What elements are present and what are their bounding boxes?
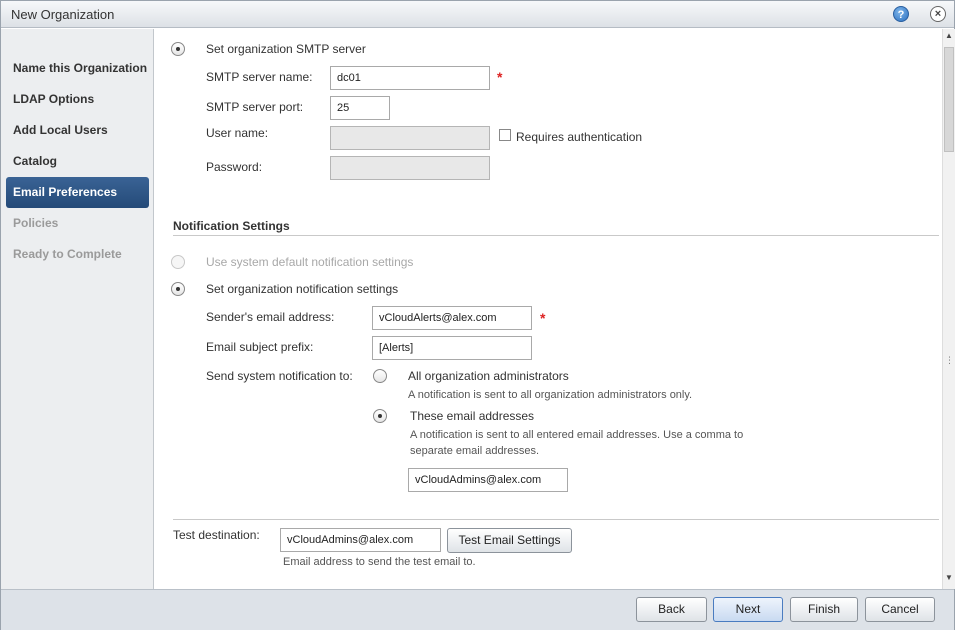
use-default-notification-radio: [171, 255, 185, 269]
cancel-button[interactable]: Cancel: [865, 597, 935, 622]
password-label: Password:: [206, 160, 263, 174]
set-org-notification-radio[interactable]: [171, 282, 185, 296]
smtp-server-radio[interactable]: [171, 42, 185, 56]
dialog-window: New Organization ? × Name this Organizat…: [0, 0, 955, 630]
section-divider: [173, 235, 939, 236]
content-scrollbar[interactable]: ▲ ▼: [942, 29, 955, 589]
scroll-up-icon[interactable]: ▲: [943, 31, 955, 43]
sidebar-item-email-preferences[interactable]: Email Preferences: [6, 177, 149, 208]
smtp-server-name-input[interactable]: dc01: [330, 66, 490, 90]
sender-email-input[interactable]: vCloudAlerts@alex.com: [372, 306, 532, 330]
sidebar-item-ready-to-complete: Ready to Complete: [13, 247, 122, 261]
required-marker: *: [540, 310, 546, 326]
help-icon[interactable]: ?: [893, 6, 909, 22]
smtp-server-port-input[interactable]: 25: [330, 96, 390, 120]
wizard-footer: Back Next Finish Cancel: [1, 589, 954, 630]
test-destination-input[interactable]: vCloudAdmins@alex.com: [280, 528, 441, 552]
test-destination-hint: Email address to send the test email to.: [283, 556, 476, 568]
next-button[interactable]: Next: [713, 597, 783, 622]
finish-button[interactable]: Finish: [790, 597, 858, 622]
email-addresses-input[interactable]: vCloudAdmins@alex.com: [408, 468, 568, 492]
all-admins-hint: A notification is sent to all organizati…: [408, 389, 693, 401]
back-button[interactable]: Back: [636, 597, 707, 622]
requires-authentication-label: Requires authentication: [516, 130, 643, 144]
requires-authentication-checkbox[interactable]: [499, 129, 511, 141]
sidebar-item-add-local-users[interactable]: Add Local Users: [6, 115, 149, 146]
scroll-thumb[interactable]: [944, 47, 954, 152]
required-marker: *: [497, 69, 503, 85]
sidebar-item-policies: Policies: [13, 216, 59, 230]
title-bar: New Organization ? ×: [1, 1, 954, 28]
sidebar-item-catalog[interactable]: Catalog: [6, 146, 149, 177]
send-to-label: Send system notification to:: [206, 369, 353, 383]
resize-grip-icon[interactable]: ⋮⋮: [945, 355, 955, 366]
wizard-sidebar: Name this Organization LDAP Options Add …: [1, 29, 154, 589]
dialog-title: New Organization: [11, 7, 115, 22]
sender-email-label: Sender's email address:: [206, 310, 335, 324]
sidebar-item-name-organization[interactable]: Name this Organization: [6, 53, 149, 84]
these-addresses-hint-line2: separate email addresses.: [410, 445, 540, 457]
username-label: User name:: [206, 126, 269, 140]
all-admins-radio[interactable]: [373, 369, 387, 383]
these-addresses-label: These email addresses: [410, 409, 535, 423]
test-destination-label: Test destination:: [173, 528, 260, 542]
username-input: [330, 126, 490, 150]
wizard-content: Set organization SMTP server SMTP server…: [155, 29, 942, 589]
close-icon[interactable]: ×: [930, 6, 946, 22]
test-divider: [173, 519, 939, 520]
scroll-down-icon[interactable]: ▼: [943, 573, 955, 585]
smtp-server-port-label: SMTP server port:: [206, 100, 304, 114]
smtp-server-option-label: Set organization SMTP server: [206, 42, 366, 56]
subject-prefix-label: Email subject prefix:: [206, 340, 314, 354]
these-addresses-hint-line1: A notification is sent to all entered em…: [410, 429, 744, 441]
test-email-settings-button[interactable]: Test Email Settings: [447, 528, 572, 553]
subject-prefix-input[interactable]: [Alerts]: [372, 336, 532, 360]
set-org-notification-label: Set organization notification settings: [206, 282, 399, 296]
these-addresses-radio[interactable]: [373, 409, 387, 423]
use-default-notification-label: Use system default notification settings: [206, 255, 414, 269]
password-input: [330, 156, 490, 180]
notification-settings-title: Notification Settings: [173, 219, 290, 233]
all-admins-label: All organization administrators: [408, 369, 569, 383]
sidebar-item-ldap-options[interactable]: LDAP Options: [6, 84, 149, 115]
smtp-server-name-label: SMTP server name:: [206, 70, 313, 84]
